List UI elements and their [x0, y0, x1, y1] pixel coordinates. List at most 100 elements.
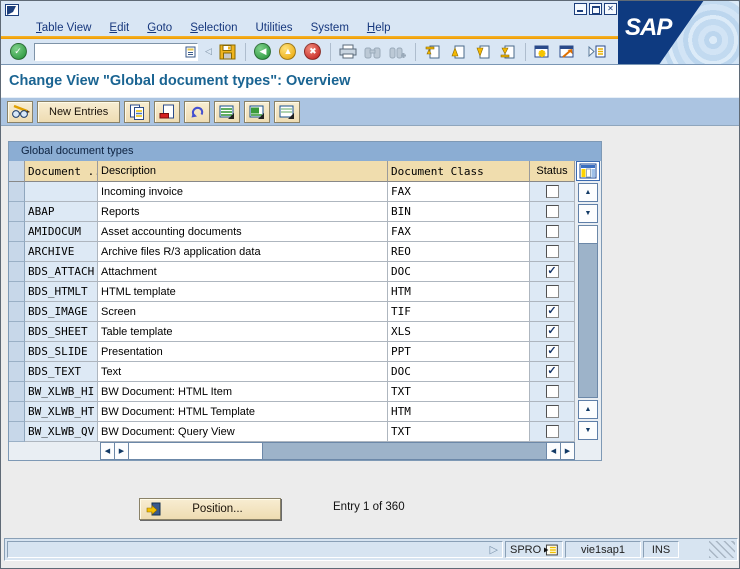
copy-entries-button[interactable]	[124, 101, 150, 123]
page-down-button[interactable]	[472, 41, 494, 63]
row-selector[interactable]	[9, 342, 25, 362]
window-menu-icon[interactable]	[5, 4, 19, 16]
select-block-button[interactable]	[244, 101, 270, 123]
deselect-all-button[interactable]	[274, 101, 300, 123]
doc-type-cell[interactable]: ABAP	[25, 202, 98, 222]
doc-class-cell[interactable]: HTM	[388, 282, 530, 302]
vertical-scroll-thumb[interactable]	[579, 226, 597, 244]
scroll-down-button-bottom[interactable]: ▼	[578, 421, 598, 440]
menu-item-utilities[interactable]: Utilities	[247, 22, 302, 34]
doc-class-cell[interactable]: HTM	[388, 402, 530, 422]
close-button[interactable]: ✕	[604, 3, 617, 15]
scroll-up-button-bottom[interactable]: ▲	[578, 400, 598, 419]
menu-item-selection[interactable]: Selection	[181, 22, 246, 34]
scroll-down-button[interactable]: ▼	[578, 204, 598, 223]
collapse-toolbar-icon[interactable]: ◁	[203, 46, 214, 57]
first-page-button[interactable]	[422, 41, 444, 63]
exit-button[interactable]: ▲	[277, 41, 299, 63]
doc-class-cell[interactable]: DOC	[388, 362, 530, 382]
doc-class-cell[interactable]: BIN	[388, 202, 530, 222]
doc-type-cell[interactable]: BDS_SHEET	[25, 322, 98, 342]
status-checkbox[interactable]: ✓	[546, 365, 559, 378]
doc-class-cell[interactable]: XLS	[388, 322, 530, 342]
row-selector[interactable]	[9, 262, 25, 282]
description-cell[interactable]: BW Document: HTML Template	[98, 402, 388, 422]
doc-type-cell[interactable]: BW_XLWB_HI	[25, 382, 98, 402]
description-cell[interactable]: Presentation	[98, 342, 388, 362]
description-cell[interactable]: Screen	[98, 302, 388, 322]
doc-type-cell[interactable]: BW_XLWB_HT	[25, 402, 98, 422]
status-checkbox[interactable]	[546, 225, 559, 238]
doc-type-cell[interactable]: AMIDOCUM	[25, 222, 98, 242]
column-header-description[interactable]: Description	[98, 161, 388, 182]
maximize-button[interactable]	[589, 3, 602, 15]
description-cell[interactable]: Archive files R/3 application data	[98, 242, 388, 262]
horizontal-scroll-track[interactable]	[263, 443, 546, 459]
description-cell[interactable]: HTML template	[98, 282, 388, 302]
status-checkbox[interactable]: ✓	[546, 345, 559, 358]
select-all-button[interactable]	[214, 101, 240, 123]
status-checkbox[interactable]	[546, 245, 559, 258]
status-checkbox[interactable]: ✓	[546, 305, 559, 318]
doc-type-cell[interactable]: BDS_HTMLT	[25, 282, 98, 302]
doc-type-cell[interactable]: BDS_ATTACH	[25, 262, 98, 282]
column-header-document-class[interactable]: Document Class	[388, 161, 530, 182]
description-cell[interactable]: Attachment	[98, 262, 388, 282]
row-selector[interactable]	[9, 362, 25, 382]
row-selector[interactable]	[9, 422, 25, 442]
row-selector[interactable]	[9, 402, 25, 422]
save-button[interactable]	[217, 41, 239, 63]
row-selector[interactable]	[9, 322, 25, 342]
last-page-button[interactable]	[497, 41, 519, 63]
description-cell[interactable]: BW Document: HTML Item	[98, 382, 388, 402]
row-selector[interactable]	[9, 282, 25, 302]
undo-button[interactable]	[184, 101, 210, 123]
description-cell[interactable]: BW Document: Query View	[98, 422, 388, 442]
row-selector[interactable]	[9, 382, 25, 402]
page-up-button[interactable]	[447, 41, 469, 63]
doc-class-cell[interactable]: DOC	[388, 262, 530, 282]
back-button[interactable]: ◀	[252, 41, 274, 63]
scroll-left-button[interactable]: ◀	[101, 443, 115, 459]
doc-class-cell[interactable]: TXT	[388, 382, 530, 402]
status-checkbox[interactable]	[546, 285, 559, 298]
menu-item-table-view[interactable]: Table View	[27, 22, 100, 34]
row-selector[interactable]	[9, 222, 25, 242]
doc-type-cell[interactable]: BDS_TEXT	[25, 362, 98, 382]
doc-type-cell[interactable]: BW_XLWB_QV	[25, 422, 98, 442]
doc-class-cell[interactable]: FAX	[388, 222, 530, 242]
resize-grip[interactable]	[709, 541, 735, 558]
status-checkbox[interactable]	[546, 425, 559, 438]
command-field[interactable]	[35, 45, 185, 59]
find-button[interactable]	[362, 41, 384, 63]
column-header-status[interactable]: Status	[530, 161, 575, 182]
system-list-icon[interactable]	[544, 544, 558, 556]
vertical-scroll-track[interactable]	[578, 225, 598, 398]
description-cell[interactable]: Incoming invoice	[98, 182, 388, 202]
description-cell[interactable]: Asset accounting documents	[98, 222, 388, 242]
status-system-cell[interactable]: SPRO	[505, 541, 563, 558]
description-cell[interactable]: Reports	[98, 202, 388, 222]
new-session-button[interactable]	[532, 41, 554, 63]
row-selector[interactable]	[9, 202, 25, 222]
column-header-document-type[interactable]: Document ...	[25, 161, 98, 182]
new-entries-button[interactable]: New Entries	[37, 101, 120, 123]
scroll-right-button-right[interactable]: ▶	[560, 443, 574, 459]
row-selector[interactable]	[9, 302, 25, 322]
doc-class-cell[interactable]: PPT	[388, 342, 530, 362]
description-cell[interactable]: Text	[98, 362, 388, 382]
toggle-display-change-button[interactable]	[7, 101, 33, 123]
table-settings-button[interactable]	[576, 161, 600, 181]
gui-options-icon[interactable]	[586, 41, 608, 63]
doc-class-cell[interactable]: REO	[388, 242, 530, 262]
command-history-icon[interactable]	[185, 46, 197, 58]
status-checkbox[interactable]	[546, 205, 559, 218]
status-message-field[interactable]: ▷	[7, 541, 503, 558]
minimize-button[interactable]	[574, 3, 587, 15]
selector-column-header[interactable]	[9, 161, 25, 182]
status-checkbox[interactable]	[546, 185, 559, 198]
scroll-up-button[interactable]: ▲	[578, 183, 598, 202]
doc-type-cell[interactable]: ARCHIVE	[25, 242, 98, 262]
delete-entry-button[interactable]	[154, 101, 180, 123]
doc-class-cell[interactable]: TIF	[388, 302, 530, 322]
